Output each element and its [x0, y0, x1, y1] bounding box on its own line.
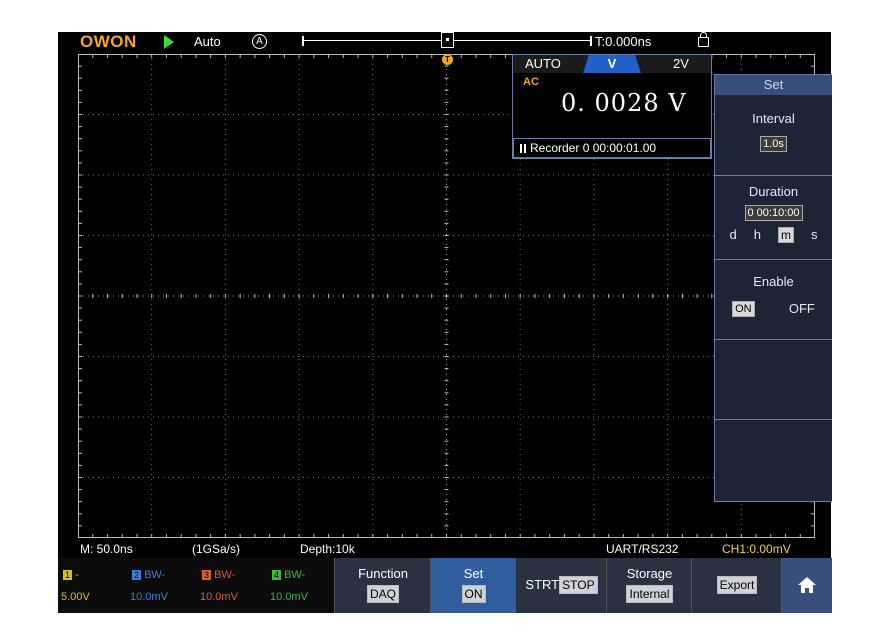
storage-button[interactable]: Storage Internal: [606, 558, 692, 613]
channel-1-bw: -: [75, 569, 79, 581]
set-menu-panel: Set Interval 1.0s Duration 0 00:10:00 d …: [714, 74, 832, 502]
channel-4-scale: 10.0mV: [270, 591, 308, 603]
channel-3-scale: 10.0mV: [200, 591, 238, 603]
enable-label: Enable: [753, 274, 794, 289]
menu-title: Set: [715, 75, 832, 95]
storage-value: Internal: [626, 585, 673, 603]
function-label: Function: [358, 566, 408, 581]
duration-section[interactable]: Duration 0 00:10:00 d h m s: [715, 176, 832, 260]
function-value: DAQ: [366, 585, 399, 603]
set-label: Set: [463, 566, 484, 581]
oscilloscope-screen: OWON Auto A T:0.000ns T AUTO V 2V AC 0. …: [58, 32, 832, 613]
home-button[interactable]: [781, 558, 832, 613]
recorder-text: Recorder 0 00:00:01.00: [530, 141, 657, 155]
run-icon[interactable]: [164, 35, 174, 49]
unit-hours[interactable]: h: [754, 227, 761, 243]
trigger-position-marker[interactable]: T: [442, 54, 453, 65]
coupling-label: AC: [523, 76, 539, 88]
function-button[interactable]: Function DAQ: [334, 558, 431, 613]
start-label[interactable]: STRT: [525, 577, 559, 592]
memory-position-cursor[interactable]: [441, 32, 454, 48]
channel-2-info[interactable]: 2 BW- 10.0mV: [124, 558, 194, 613]
channel-2-bw: BW-: [144, 569, 166, 581]
acquisition-status-row: M: 50.0ns (1GSa/s) Depth:10k UART/RS232 …: [58, 542, 831, 558]
meter-tab-range[interactable]: 2V: [673, 56, 689, 71]
unit-days[interactable]: d: [730, 227, 737, 243]
channel-3-info[interactable]: 3 BW- 10.0mV: [194, 558, 264, 613]
interval-section[interactable]: Interval 1.0s: [715, 95, 832, 176]
duration-units: d h m s: [715, 227, 832, 243]
trigger-mode[interactable]: Auto: [194, 34, 221, 49]
channel-1-scale: 5.00V: [61, 591, 90, 603]
duration-value[interactable]: 0 00:10:00: [744, 205, 803, 221]
enable-options: ON OFF: [715, 301, 832, 317]
timebase: M: 50.0ns: [80, 542, 133, 556]
top-status-bar: OWON Auto A T:0.000ns: [58, 32, 831, 52]
interval-label: Interval: [752, 111, 795, 126]
memory-position-bar[interactable]: [302, 32, 592, 48]
channel-1-badge: 1: [63, 570, 72, 580]
meter-tabs: AUTO V 2V: [513, 55, 711, 73]
set-value: ON: [461, 585, 486, 603]
export-label: Export: [716, 576, 758, 594]
channel-4-info[interactable]: 4 BW- 10.0mV: [264, 558, 334, 613]
serial-port: UART/RS232: [606, 542, 679, 556]
channel-2-scale: 10.0mV: [130, 591, 168, 603]
trigger-info: CH1:0.00mV: [722, 542, 791, 556]
channel-3-bw: BW-: [214, 569, 236, 581]
recorder-status: Recorder 0 00:00:01.00: [513, 138, 711, 158]
duration-label: Duration: [748, 184, 799, 199]
home-icon: [798, 577, 816, 593]
lock-icon[interactable]: [698, 32, 709, 47]
interval-value[interactable]: 1.0s: [760, 136, 787, 152]
meter-tab-voltage[interactable]: V: [583, 55, 641, 73]
unit-minutes[interactable]: m: [777, 227, 794, 243]
sample-rate: (1GSa/s): [192, 542, 241, 556]
channel-1-info[interactable]: 1 - 5.00V: [58, 558, 124, 613]
menu-empty-slot-1: [715, 340, 832, 420]
set-button[interactable]: Set ON: [430, 558, 516, 613]
stop-label[interactable]: STOP: [559, 576, 598, 594]
meter-tab-auto[interactable]: AUTO: [525, 56, 561, 71]
export-button[interactable]: Export: [691, 558, 782, 613]
enable-section[interactable]: Enable ON OFF: [715, 260, 832, 340]
start-stop-button[interactable]: STRT STOP: [515, 558, 607, 613]
storage-label: Storage: [626, 566, 673, 581]
bottom-menu-bar: 1 - 5.00V 2 BW- 10.0mV 3 BW- 10.0mV 4 BW…: [58, 558, 832, 613]
channel-4-badge: 4: [272, 570, 281, 580]
time-offset: T:0.000ns: [595, 34, 652, 49]
meter-reading: 0. 0028 V: [561, 89, 687, 117]
memory-depth: Depth:10k: [300, 542, 355, 556]
channel-3-badge: 3: [202, 570, 211, 580]
auto-measure-icon[interactable]: A: [252, 34, 267, 49]
unit-seconds[interactable]: s: [811, 227, 818, 243]
brand-logo: OWON: [80, 32, 137, 51]
pause-icon[interactable]: [520, 144, 526, 153]
channel-4-bw: BW-: [284, 569, 306, 581]
menu-empty-slot-2: [715, 420, 832, 500]
enable-on-option[interactable]: ON: [732, 301, 755, 317]
channel-2-badge: 2: [132, 570, 141, 580]
enable-off-option[interactable]: OFF: [789, 301, 815, 317]
multimeter-panel: AUTO V 2V AC 0. 0028 V Recorder 0 00:00:…: [512, 54, 712, 159]
